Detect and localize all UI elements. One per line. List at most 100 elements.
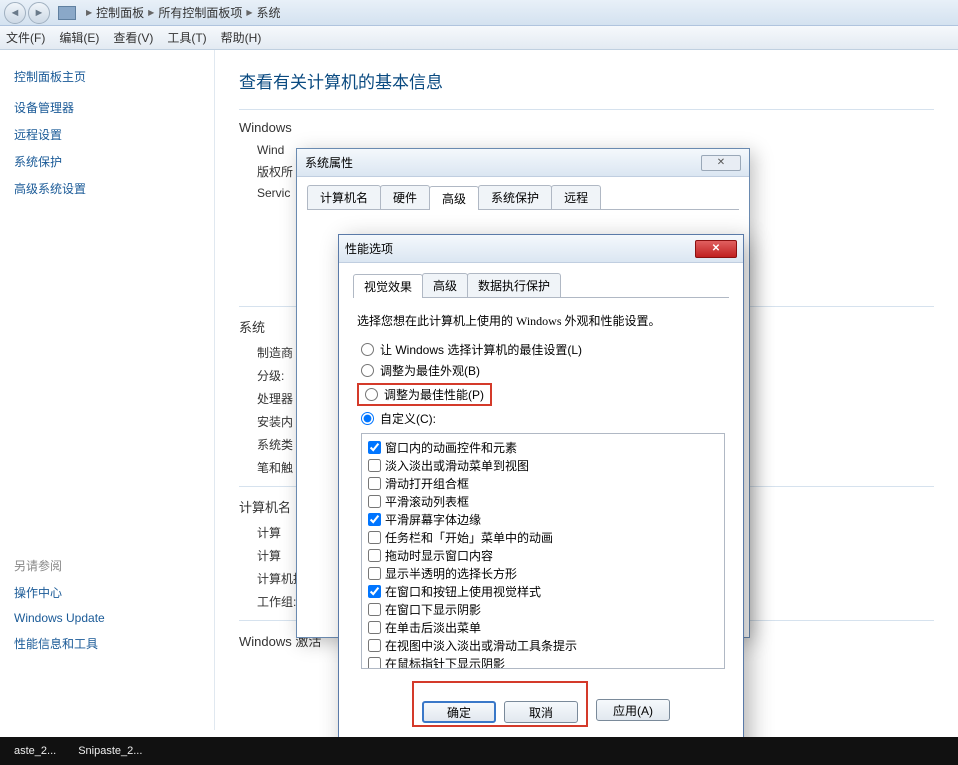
tab-advanced[interactable]: 高级 [429, 186, 479, 210]
radio-input[interactable] [361, 343, 374, 356]
breadcrumb[interactable]: ▶ 控制面板 ▶ 所有控制面板项 ▶ 系统 [82, 0, 281, 25]
effect-item[interactable]: 淡入淡出或滑动菜单到视图 [368, 457, 718, 474]
effect-label: 在窗口和按钮上使用视觉样式 [385, 583, 541, 600]
dialog-titlebar[interactable]: 系统属性 ✕ [297, 149, 749, 177]
dialog-titlebar[interactable]: 性能选项 ✕ [339, 235, 743, 263]
highlight-box: 确定 取消 [412, 681, 588, 727]
menu-edit[interactable]: 编辑(E) [59, 29, 99, 46]
radio-input[interactable] [361, 412, 374, 425]
effect-label: 平滑屏幕字体边缘 [385, 511, 481, 528]
radio-input[interactable] [361, 364, 374, 377]
breadcrumb-item[interactable]: 控制面板 [96, 4, 144, 21]
tabs: 视觉效果 高级 数据执行保护 [353, 273, 729, 298]
effect-item[interactable]: 窗口内的动画控件和元素 [368, 439, 718, 456]
radio-input[interactable] [365, 388, 378, 401]
dialog-buttons: 确定 取消 应用(A) [353, 681, 729, 727]
tab-hardware[interactable]: 硬件 [380, 185, 430, 209]
effect-label: 在单击后淡出菜单 [385, 619, 481, 636]
tab-visual-effects[interactable]: 视觉效果 [353, 274, 423, 298]
tab-computer-name[interactable]: 计算机名 [307, 185, 381, 209]
effect-label: 在窗口下显示阴影 [385, 601, 481, 618]
tabs: 计算机名 硬件 高级 系统保护 远程 [307, 185, 739, 210]
effect-item[interactable]: 显示半透明的选择长方形 [368, 565, 718, 582]
effect-checkbox[interactable] [368, 459, 381, 472]
effect-checkbox[interactable] [368, 603, 381, 616]
cancel-button[interactable]: 取消 [504, 701, 578, 723]
breadcrumb-item[interactable]: 系统 [257, 4, 281, 21]
instruction-text: 选择您想在此计算机上使用的 Windows 外观和性能设置。 [357, 312, 725, 329]
menu-help[interactable]: 帮助(H) [221, 29, 262, 46]
effect-checkbox[interactable] [368, 567, 381, 580]
effect-item[interactable]: 在鼠标指针下显示阴影 [368, 655, 718, 669]
ok-button[interactable]: 确定 [422, 701, 496, 723]
breadcrumb-item[interactable]: 所有控制面板项 [158, 4, 242, 21]
effect-checkbox[interactable] [368, 477, 381, 490]
effect-label: 淡入淡出或滑动菜单到视图 [385, 457, 529, 474]
effect-item[interactable]: 在单击后淡出菜单 [368, 619, 718, 636]
dialog-title: 性能选项 [345, 240, 393, 257]
performance-options-dialog: 性能选项 ✕ 视觉效果 高级 数据执行保护 选择您想在此计算机上使用的 Wind… [338, 234, 744, 764]
effect-label: 窗口内的动画控件和元素 [385, 439, 517, 456]
menu-bar: 文件(F) 编辑(E) 查看(V) 工具(T) 帮助(H) [0, 26, 958, 50]
radio-label: 调整为最佳性能(P) [384, 386, 484, 403]
effect-checkbox[interactable] [368, 621, 381, 634]
sidebar: 控制面板主页 设备管理器 远程设置 系统保护 高级系统设置 另请参阅 操作中心 … [0, 50, 215, 730]
close-button[interactable]: ✕ [695, 240, 737, 258]
section-label: Windows [239, 120, 934, 135]
effect-label: 任务栏和「开始」菜单中的动画 [385, 529, 553, 546]
effect-item[interactable]: 在视图中淡入淡出或滑动工具条提示 [368, 637, 718, 654]
seealso-link[interactable]: Windows Update [14, 611, 200, 625]
tab-system-protection[interactable]: 系统保护 [478, 185, 552, 209]
effects-listbox[interactable]: 窗口内的动画控件和元素淡入淡出或滑动菜单到视图滑动打开组合框平滑滚动列表框平滑屏… [361, 433, 725, 669]
effect-checkbox[interactable] [368, 657, 381, 669]
effect-item[interactable]: 在窗口下显示阴影 [368, 601, 718, 618]
radio-label: 调整为最佳外观(B) [380, 362, 480, 379]
address-bar: ◄ ► ▶ 控制面板 ▶ 所有控制面板项 ▶ 系统 [0, 0, 958, 26]
effect-item[interactable]: 拖动时显示窗口内容 [368, 547, 718, 564]
effect-checkbox[interactable] [368, 495, 381, 508]
sidebar-home[interactable]: 控制面板主页 [14, 68, 200, 85]
menu-tools[interactable]: 工具(T) [167, 29, 206, 46]
effect-checkbox[interactable] [368, 513, 381, 526]
dialog-title: 系统属性 [305, 154, 353, 171]
taskbar[interactable]: aste_2... Snipaste_2... [0, 737, 958, 765]
back-button[interactable]: ◄ [4, 2, 26, 24]
forward-button[interactable]: ► [28, 2, 50, 24]
effect-label: 平滑滚动列表框 [385, 493, 469, 510]
effect-checkbox[interactable] [368, 531, 381, 544]
effect-item[interactable]: 任务栏和「开始」菜单中的动画 [368, 529, 718, 546]
sidebar-link[interactable]: 系统保护 [14, 153, 200, 170]
menu-view[interactable]: 查看(V) [113, 29, 153, 46]
effect-item[interactable]: 滑动打开组合框 [368, 475, 718, 492]
radio-best-appearance[interactable]: 调整为最佳外观(B) [361, 362, 721, 379]
page-title: 查看有关计算机的基本信息 [239, 68, 934, 93]
taskbar-item[interactable]: Snipaste_2... [70, 743, 150, 759]
effect-checkbox[interactable] [368, 585, 381, 598]
radio-label: 让 Windows 选择计算机的最佳设置(L) [380, 341, 582, 358]
sidebar-link[interactable]: 设备管理器 [14, 99, 200, 116]
tab-advanced[interactable]: 高级 [422, 273, 468, 297]
radio-custom[interactable]: 自定义(C): [361, 410, 721, 427]
sidebar-link[interactable]: 远程设置 [14, 126, 200, 143]
effect-checkbox[interactable] [368, 639, 381, 652]
effect-checkbox[interactable] [368, 441, 381, 454]
tab-dep[interactable]: 数据执行保护 [467, 273, 561, 297]
effect-item[interactable]: 平滑滚动列表框 [368, 493, 718, 510]
effect-item[interactable]: 平滑屏幕字体边缘 [368, 511, 718, 528]
tab-remote[interactable]: 远程 [551, 185, 601, 209]
sidebar-link[interactable]: 高级系统设置 [14, 180, 200, 197]
effect-item[interactable]: 在窗口和按钮上使用视觉样式 [368, 583, 718, 600]
effect-label: 在鼠标指针下显示阴影 [385, 655, 505, 669]
apply-button[interactable]: 应用(A) [596, 699, 670, 721]
close-button[interactable]: ✕ [701, 155, 741, 171]
radio-let-windows[interactable]: 让 Windows 选择计算机的最佳设置(L) [361, 341, 721, 358]
menu-file[interactable]: 文件(F) [6, 29, 45, 46]
taskbar-item[interactable]: aste_2... [6, 743, 64, 759]
effect-label: 显示半透明的选择长方形 [385, 565, 517, 582]
effect-checkbox[interactable] [368, 549, 381, 562]
seealso-link[interactable]: 操作中心 [14, 584, 200, 601]
seealso-link[interactable]: 性能信息和工具 [14, 635, 200, 652]
radio-best-performance[interactable]: 调整为最佳性能(P) [365, 386, 484, 403]
effect-label: 滑动打开组合框 [385, 475, 469, 492]
nav-arrows: ◄ ► [4, 2, 50, 24]
